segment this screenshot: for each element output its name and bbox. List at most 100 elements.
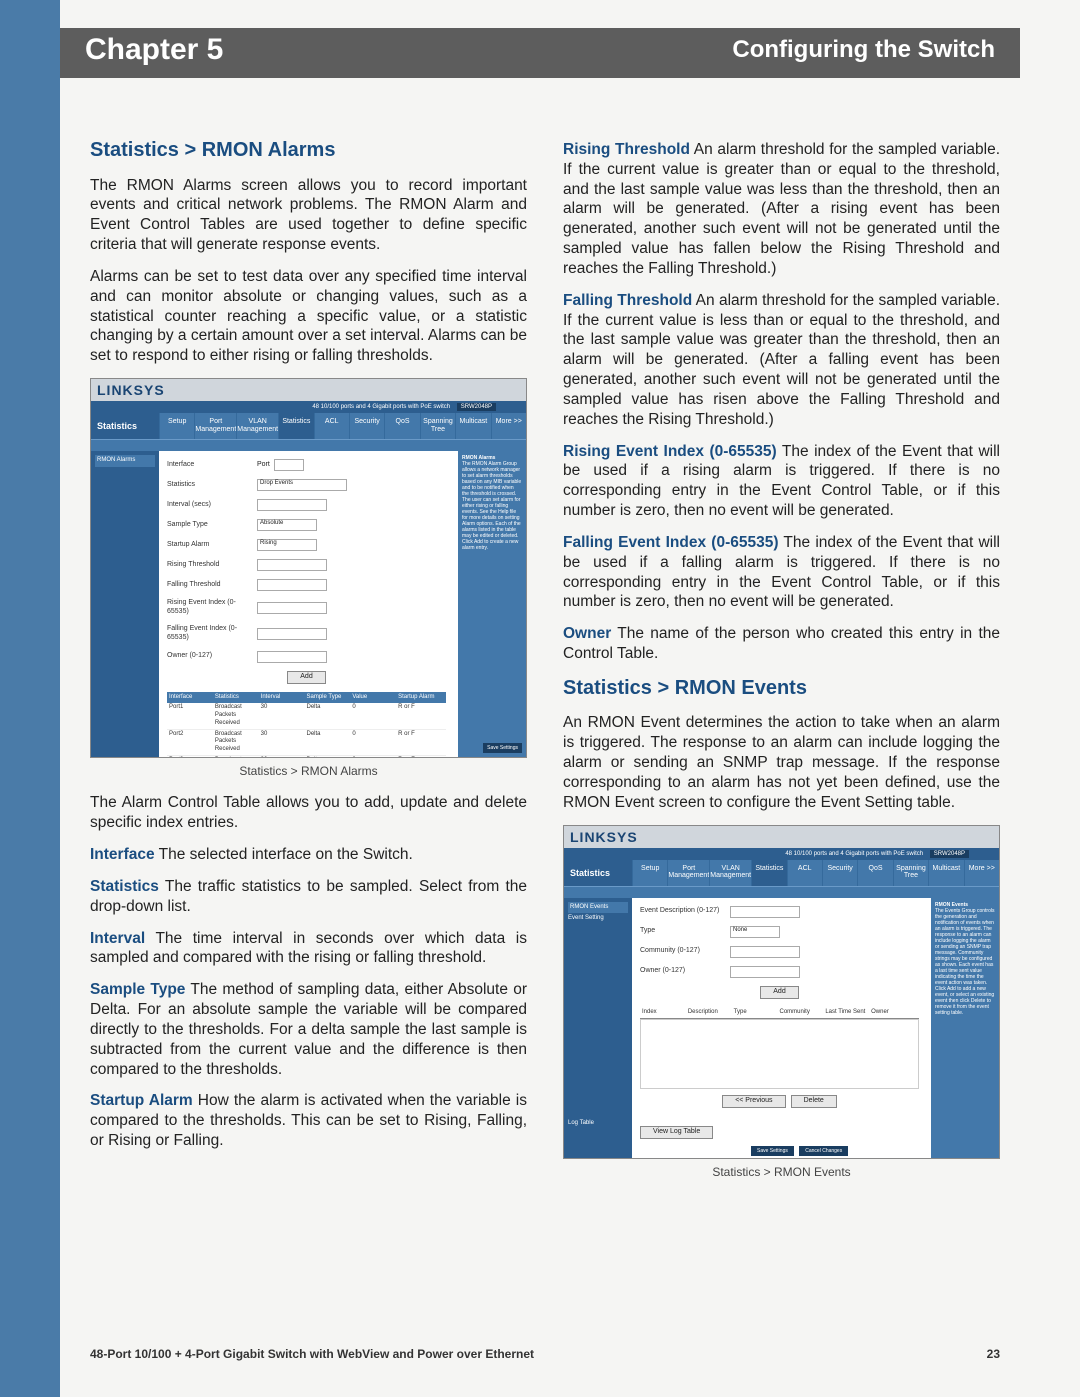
label-owner: Owner (0-127) — [640, 967, 730, 976]
device-desc: 48 10/100 ports and 4 Gigabit ports with… — [312, 404, 450, 410]
help-panel: RMON Events The Events Group controls th… — [931, 898, 999, 1158]
label-desc: Event Description (0-127) — [640, 907, 730, 916]
term-interval: Interval — [90, 930, 145, 947]
empty-table-body — [640, 1019, 919, 1089]
nav-item-active[interactable]: Statistics — [278, 413, 313, 439]
term-interface: Interface — [90, 846, 155, 863]
table-header: InterfaceStatisticsIntervalSample TypeVa… — [167, 692, 446, 704]
fei-input[interactable] — [257, 628, 327, 640]
term-statistics: Statistics — [90, 878, 159, 895]
previous-button[interactable]: << Previous — [722, 1095, 785, 1108]
label-falling: Falling Threshold — [167, 581, 257, 590]
help-panel: RMON Alarms The RMON Alarm Group allows … — [458, 451, 526, 757]
main-nav: Statistics Setup Port Management VLAN Ma… — [564, 860, 999, 886]
startup-select[interactable]: Rising — [257, 539, 317, 551]
nav-item[interactable]: Spanning Tree — [893, 860, 928, 886]
screenshot-rmon-events: LINKSYS 48 10/100 ports and 4 Gigabit po… — [563, 825, 1000, 1159]
add-button[interactable]: Add — [287, 671, 325, 684]
owner-input[interactable] — [730, 966, 800, 978]
interface-select[interactable] — [274, 459, 304, 471]
page-title: Configuring the Switch — [732, 36, 995, 64]
view-log-button[interactable]: View Log Table — [640, 1126, 713, 1139]
brand-logo: LINKSYS — [570, 829, 638, 847]
nav-item[interactable]: ACL — [314, 413, 349, 439]
nav-item[interactable]: Port Management — [667, 860, 709, 886]
def-text: An alarm threshold for the sampled varia… — [563, 292, 1000, 428]
sub-nav — [91, 439, 526, 451]
definition: Owner The name of the person who created… — [563, 624, 1000, 664]
nav-item[interactable]: More >> — [491, 413, 526, 439]
table-row[interactable]: Port2Broadcast Packets Received30Delta0R… — [167, 730, 446, 756]
table-row[interactable]: Port3Broadcast Packets Received30Delta0R… — [167, 756, 446, 759]
nav-item[interactable]: QoS — [384, 413, 419, 439]
sub-nav — [564, 886, 999, 898]
side-sub: Event Setting — [568, 915, 628, 923]
table-row[interactable]: Port1Broadcast Packets Received30Delta0R… — [167, 703, 446, 729]
delete-button[interactable]: Delete — [791, 1095, 837, 1108]
rising-input[interactable] — [257, 559, 327, 571]
desc-input[interactable] — [730, 906, 800, 918]
term-owner: Owner — [563, 625, 611, 642]
product-name: 48-Port 10/100 + 4-Port Gigabit Switch w… — [90, 1347, 534, 1361]
definition: Statistics The traffic statistics to be … — [90, 877, 527, 917]
device-bar: 48 10/100 ports and 4 Gigabit ports with… — [91, 401, 526, 413]
owner-input[interactable] — [257, 651, 327, 663]
screenshot-caption: Statistics > RMON Alarms — [90, 764, 527, 779]
nav-item[interactable]: VLAN Management — [236, 413, 278, 439]
nav-item[interactable]: Spanning Tree — [420, 413, 455, 439]
model-badge: SRW2048P — [457, 403, 496, 411]
def-text: The time interval in seconds over which … — [90, 930, 527, 967]
definition: Falling Event Index (0-65535) The index … — [563, 533, 1000, 612]
nav-section-label: Statistics — [564, 860, 632, 886]
nav-item[interactable]: VLAN Management — [709, 860, 751, 886]
def-text: The name of the person who created this … — [563, 625, 1000, 662]
statistics-select[interactable]: Drop Events — [257, 479, 347, 491]
event-table: IndexDescriptionTypeCommunityLast Time S… — [640, 1007, 919, 1090]
add-button[interactable]: Add — [760, 986, 798, 999]
definition: Interval The time interval in seconds ov… — [90, 929, 527, 969]
label-owner: Owner (0-127) — [167, 652, 257, 661]
label-interval: Interval (secs) — [167, 501, 257, 510]
paragraph: The RMON Alarms screen allows you to rec… — [90, 176, 527, 255]
term-falling-threshold: Falling Threshold — [563, 292, 692, 309]
nav-item[interactable]: Multicast — [455, 413, 490, 439]
nav-item[interactable]: ACL — [787, 860, 822, 886]
definition: Sample Type The method of sampling data,… — [90, 980, 527, 1079]
interval-input[interactable] — [257, 499, 327, 511]
nav-item[interactable]: Setup — [159, 413, 194, 439]
nav-item[interactable]: Port Management — [194, 413, 236, 439]
term-rising-threshold: Rising Threshold — [563, 141, 690, 158]
section-heading-alarms: Statistics > RMON Alarms — [90, 138, 527, 164]
device-bar: 48 10/100 ports and 4 Gigabit ports with… — [564, 848, 999, 860]
nav-item[interactable]: Security — [822, 860, 857, 886]
rei-input[interactable] — [257, 602, 327, 614]
nav-item[interactable]: QoS — [857, 860, 892, 886]
nav-item[interactable]: Security — [349, 413, 384, 439]
nav-item-active[interactable]: Statistics — [751, 860, 786, 886]
label-type: Type — [640, 927, 730, 936]
label-startup: Startup Alarm — [167, 541, 257, 550]
right-column: Rising Threshold An alarm threshold for … — [563, 130, 1000, 1194]
type-select[interactable]: None — [730, 926, 780, 938]
cancel-changes-button[interactable]: Cancel Changes — [799, 1146, 848, 1156]
label-fei: Falling Event Index (0-65535) — [167, 625, 257, 643]
label-statistics: Statistics — [167, 481, 257, 490]
community-input[interactable] — [730, 946, 800, 958]
side-panel: RMON Events Event Setting Log Table — [564, 898, 632, 1158]
nav-item[interactable]: More >> — [964, 860, 999, 886]
nav-item[interactable]: Multicast — [928, 860, 963, 886]
save-settings-button[interactable]: Save Settings — [483, 743, 522, 753]
definition: Rising Event Index (0-65535) The index o… — [563, 442, 1000, 521]
falling-input[interactable] — [257, 579, 327, 591]
label-rei: Rising Event Index (0-65535) — [167, 599, 257, 617]
save-settings-button[interactable]: Save Settings — [751, 1146, 794, 1156]
label-sample: Sample Type — [167, 521, 257, 530]
interface-value: Port — [257, 461, 270, 470]
page-footer: 48-Port 10/100 + 4-Port Gigabit Switch w… — [90, 1347, 1000, 1361]
left-column: Statistics > RMON Alarms The RMON Alarms… — [90, 130, 527, 1194]
nav-section-label: Statistics — [91, 413, 159, 439]
definition: Startup Alarm How the alarm is activated… — [90, 1091, 527, 1150]
term-falling-event-index: Falling Event Index (0-65535) — [563, 534, 779, 551]
nav-item[interactable]: Setup — [632, 860, 667, 886]
sample-select[interactable]: Absolute — [257, 519, 317, 531]
